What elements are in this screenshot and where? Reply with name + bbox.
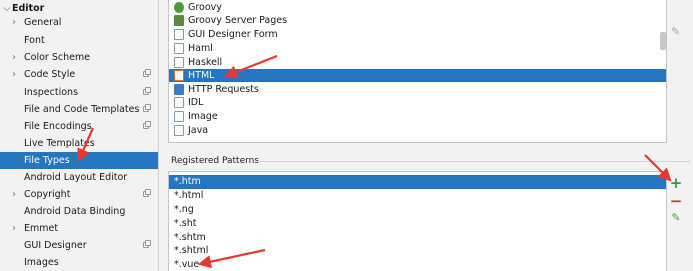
image-icon bbox=[174, 111, 184, 122]
tree-item-android-layout-editor[interactable]: Android Layout Editor bbox=[0, 169, 158, 186]
project-scope-icon bbox=[143, 104, 151, 112]
list-item[interactable]: HTML bbox=[169, 69, 666, 82]
tree-item-file-types[interactable]: File Types bbox=[0, 152, 158, 169]
gsp-icon bbox=[174, 15, 184, 26]
tree-item-file-and-code-templates[interactable]: File and Code Templates bbox=[0, 101, 158, 118]
list-item[interactable]: Groovy bbox=[169, 1, 666, 14]
pattern-row[interactable]: *.vue bbox=[169, 258, 666, 271]
list-item-label: Haml bbox=[188, 43, 213, 54]
tree-item-label: Inspections bbox=[24, 87, 79, 98]
add-pattern-button[interactable]: + bbox=[669, 176, 683, 191]
chevron-right-icon[interactable]: › bbox=[12, 14, 16, 31]
tree-item-label: Android Data Binding bbox=[24, 206, 126, 217]
list-item[interactable]: HTTP Requests bbox=[169, 83, 666, 96]
list-item[interactable]: Image bbox=[169, 110, 666, 123]
tree-item-copyright[interactable]: › Copyright bbox=[0, 186, 158, 203]
project-scope-icon bbox=[143, 121, 151, 129]
project-scope-icon bbox=[143, 69, 151, 77]
tree-item-gui-designer[interactable]: GUI Designer bbox=[0, 237, 158, 254]
list-item-label: Groovy bbox=[188, 2, 222, 13]
list-item[interactable]: IDL bbox=[169, 96, 666, 109]
list-item-label: HTTP Requests bbox=[188, 84, 259, 95]
tree-item-label: Images bbox=[24, 257, 59, 268]
chevron-right-icon[interactable]: › bbox=[12, 220, 16, 237]
tree-item-label: Copyright bbox=[24, 189, 71, 200]
remove-pattern-button[interactable]: − bbox=[669, 194, 683, 209]
pattern-row[interactable]: *.ng bbox=[169, 203, 666, 217]
pattern-row[interactable]: *.shtml bbox=[169, 244, 666, 258]
tree-item-label: Color Scheme bbox=[24, 52, 91, 63]
haml-icon bbox=[174, 43, 184, 54]
tree-item-emmet[interactable]: › Emmet bbox=[0, 220, 158, 237]
tree-item-live-templates[interactable]: Live Templates bbox=[0, 135, 158, 152]
tree-item-label: GUI Designer bbox=[24, 240, 87, 251]
list-item-label: IDL bbox=[188, 97, 204, 108]
tree-item-label: File Types bbox=[24, 155, 70, 166]
edit-file-type-button[interactable]: ✎ bbox=[671, 26, 680, 38]
tree-item-label: File and Code Templates bbox=[24, 104, 140, 115]
settings-tree: ⌵ Editor › General Font › Color Scheme ›… bbox=[0, 0, 158, 271]
form-icon bbox=[174, 29, 184, 40]
chevron-right-icon[interactable]: › bbox=[12, 49, 16, 66]
http-icon bbox=[174, 84, 184, 95]
tree-item-font[interactable]: Font bbox=[0, 32, 158, 49]
tree-item-android-data-binding[interactable]: Android Data Binding bbox=[0, 203, 158, 220]
tree-item-code-style[interactable]: › Code Style bbox=[0, 66, 158, 83]
idl-icon bbox=[174, 97, 184, 108]
registered-patterns-list[interactable]: *.htm *.html *.ng *.sht *.shtm *.shtml *… bbox=[168, 171, 667, 271]
project-scope-icon bbox=[143, 87, 151, 95]
list-item[interactable]: GUI Designer Form bbox=[169, 28, 666, 41]
list-item-label: Image bbox=[188, 111, 218, 122]
project-scope-icon bbox=[143, 240, 151, 248]
tree-item-general[interactable]: › General bbox=[0, 14, 158, 31]
list-item[interactable]: Groovy Server Pages bbox=[169, 14, 666, 27]
registered-patterns-title: Registered Patterns bbox=[171, 156, 260, 166]
tree-item-label: Code Style bbox=[24, 69, 76, 80]
tree-item-inspections[interactable]: Inspections bbox=[0, 84, 158, 101]
java-icon bbox=[174, 125, 184, 136]
list-item[interactable]: Java bbox=[169, 124, 666, 137]
file-types-list[interactable]: Groovy Groovy Server Pages GUI Designer … bbox=[168, 0, 667, 143]
tree-item-label: Live Templates bbox=[24, 138, 95, 149]
list-item-label: Java bbox=[188, 125, 209, 136]
pattern-row[interactable]: *.html bbox=[169, 189, 666, 203]
haskell-icon bbox=[174, 57, 184, 68]
groovy-icon bbox=[174, 2, 184, 13]
section-divider bbox=[258, 161, 690, 162]
list-item[interactable]: Haml bbox=[169, 42, 666, 55]
list-item[interactable]: Haskell bbox=[169, 56, 666, 69]
edit-pattern-button[interactable]: ✎ bbox=[669, 211, 683, 225]
project-scope-icon bbox=[143, 189, 151, 197]
file-types-scrollbar[interactable] bbox=[660, 32, 666, 50]
tree-item-label: Font bbox=[24, 35, 45, 46]
tree-item-color-scheme[interactable]: › Color Scheme bbox=[0, 49, 158, 66]
chevron-right-icon[interactable]: › bbox=[12, 66, 16, 83]
chevron-right-icon[interactable]: › bbox=[12, 186, 16, 203]
html-icon bbox=[174, 70, 184, 81]
pattern-row[interactable]: *.shtm bbox=[169, 231, 666, 245]
list-item-label: Groovy Server Pages bbox=[188, 15, 288, 26]
pattern-row[interactable]: *.htm bbox=[169, 175, 666, 189]
list-item-label: HTML bbox=[188, 70, 215, 81]
list-item-label: GUI Designer Form bbox=[188, 29, 278, 40]
tree-item-images[interactable]: Images bbox=[0, 254, 158, 271]
list-item-label: Haskell bbox=[188, 57, 223, 68]
tree-item-label: General bbox=[24, 17, 62, 28]
tree-item-label: Emmet bbox=[24, 223, 59, 234]
tree-item-label: File Encodings bbox=[24, 121, 92, 132]
tree-item-file-encodings[interactable]: File Encodings bbox=[0, 118, 158, 135]
tree-item-label: Android Layout Editor bbox=[24, 172, 128, 183]
pattern-row[interactable]: *.sht bbox=[169, 217, 666, 231]
